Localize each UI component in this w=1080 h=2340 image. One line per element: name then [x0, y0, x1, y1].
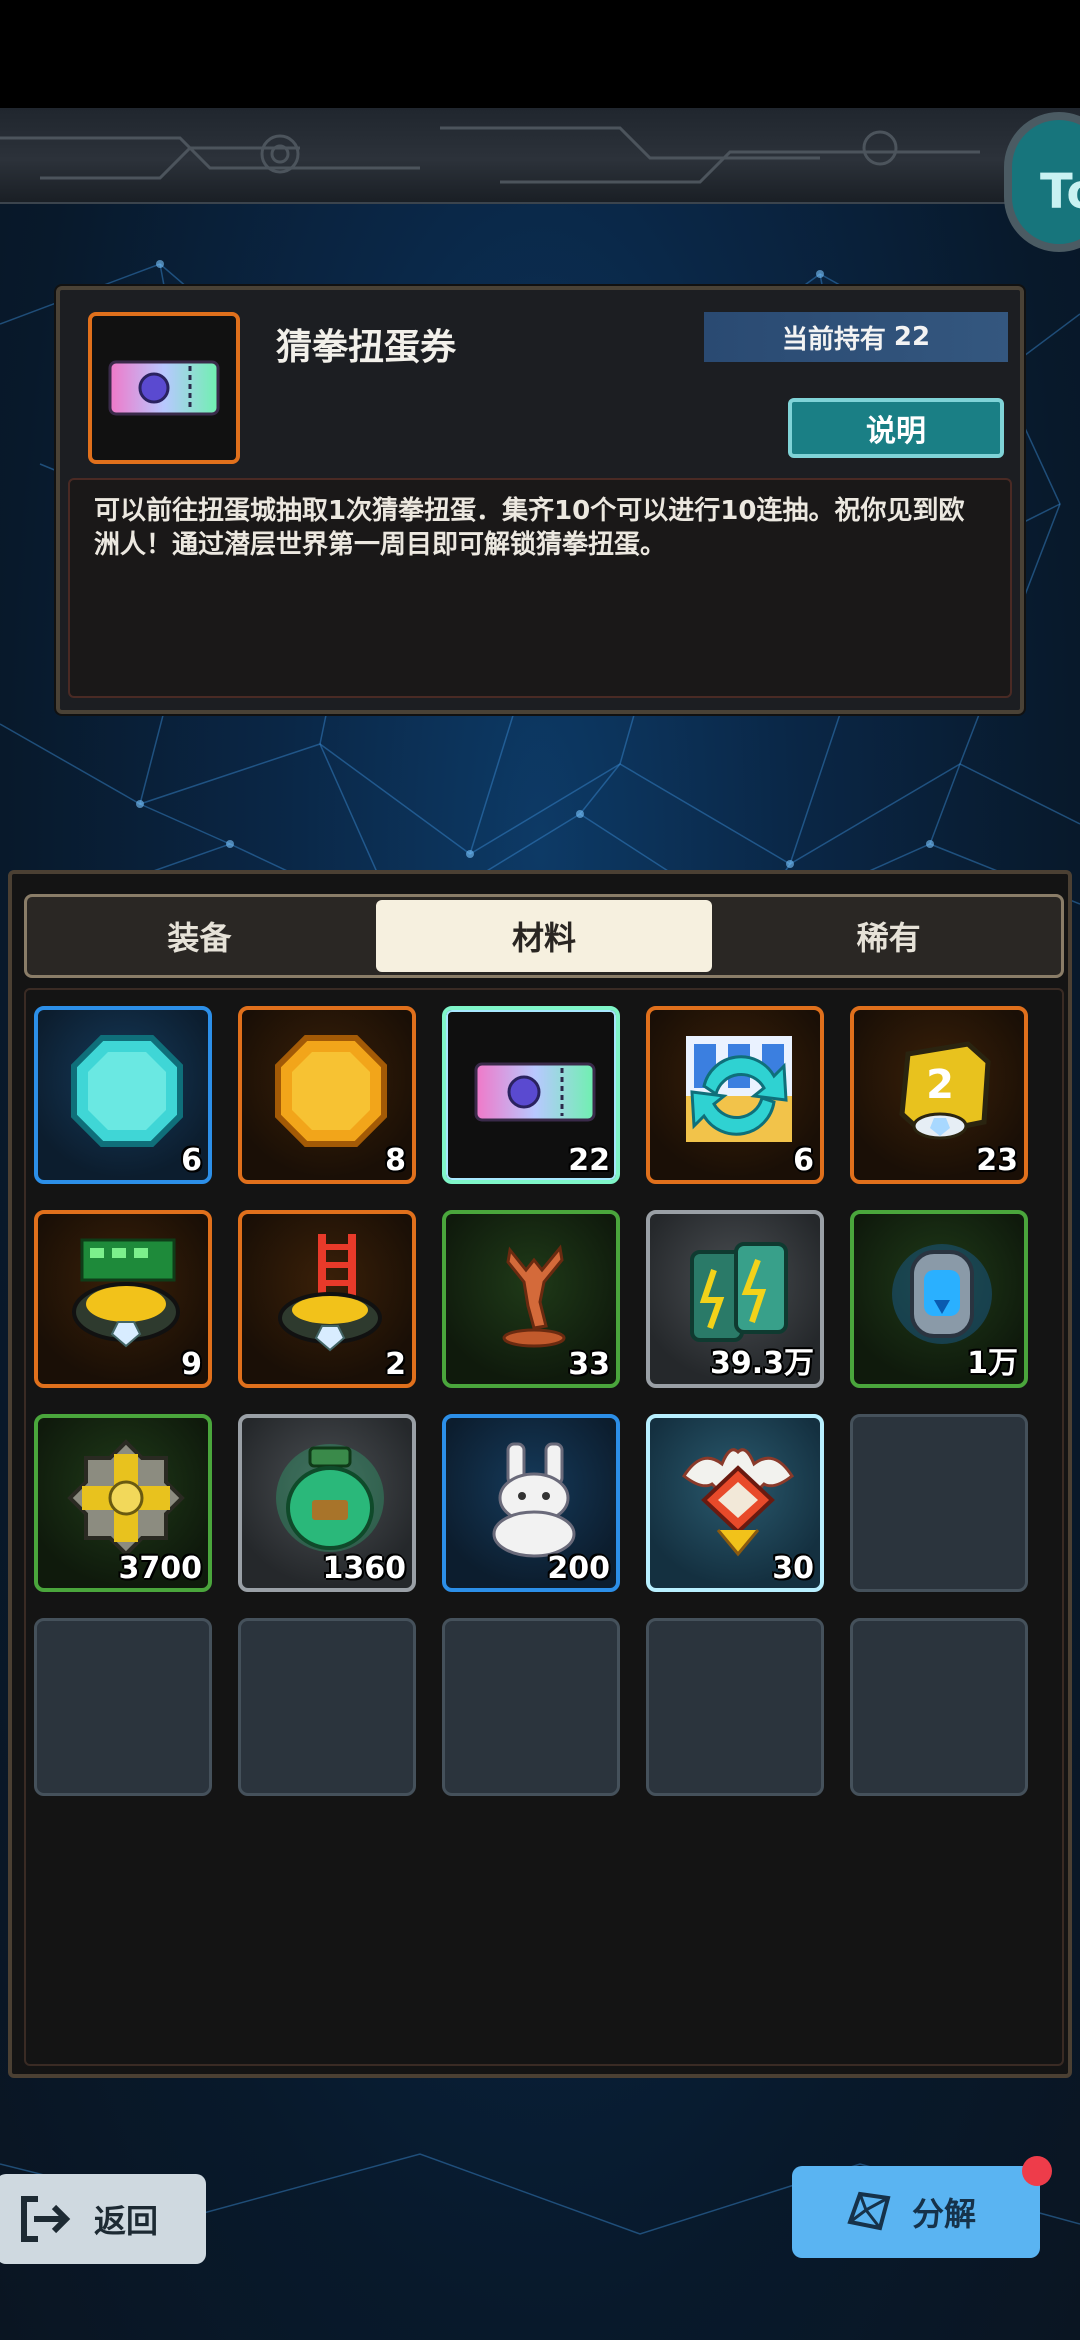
inventory-slot[interactable]: 39.3万 — [646, 1210, 824, 1388]
owned-label: 当前持有 — [781, 324, 886, 355]
gold-box-2-icon: 2 — [899, 1041, 991, 1140]
ladder-helmet-icon — [278, 1234, 382, 1352]
gold-coin-icon — [275, 1035, 387, 1147]
inventory-slot-empty[interactable] — [850, 1618, 1028, 1796]
inventory-slot-empty[interactable] — [646, 1618, 824, 1796]
detail-item-icon-frame — [88, 312, 240, 464]
white-rabbit-icon — [492, 1442, 576, 1558]
avatar-button[interactable]: To — [1004, 112, 1080, 252]
back-button[interactable]: 返回 — [0, 2174, 206, 2264]
inventory-slot[interactable]: 1360 — [238, 1414, 416, 1592]
item-count: 2 — [385, 1347, 406, 1382]
inventory-slot-selected[interactable]: 22 — [442, 1006, 620, 1184]
explain-button[interactable]: 说明 — [788, 398, 1004, 458]
recycle-arrows-icon — [686, 1036, 792, 1142]
inventory-slot-empty[interactable] — [34, 1618, 212, 1796]
item-count: 33 — [568, 1347, 610, 1382]
golden-gear-core-icon — [67, 1439, 185, 1557]
inventory-slot[interactable]: 6 — [34, 1006, 212, 1184]
ornate-emblem-icon — [681, 1448, 795, 1557]
item-count: 3700 — [118, 1551, 203, 1586]
item-count: 1万 — [967, 1346, 1018, 1381]
back-label: 返回 — [94, 2202, 159, 2240]
item-count: 23 — [976, 1143, 1018, 1178]
item-count: 6 — [181, 1143, 202, 1178]
green-potion-jar-icon — [276, 1444, 384, 1552]
notification-dot — [1022, 2156, 1052, 2186]
item-count: 1360 — [322, 1551, 407, 1586]
inventory-slot-empty[interactable] — [238, 1618, 416, 1796]
gacha-ticket-icon — [474, 1062, 596, 1122]
inventory-slot[interactable]: 33 — [442, 1210, 620, 1388]
inventory-slot[interactable]: 3700 — [34, 1414, 212, 1592]
tab-equipment[interactable]: 装备 — [31, 900, 368, 972]
inventory-slot[interactable]: 1万 — [850, 1210, 1028, 1388]
inventory-slot[interactable]: 9 — [34, 1210, 212, 1388]
inventory-slot[interactable]: 2 — [238, 1210, 416, 1388]
circuit-board-helmet-icon — [72, 1238, 180, 1348]
tab-materials[interactable]: 材料 — [375, 900, 713, 972]
tab-rare[interactable]: 稀有 — [720, 900, 1057, 972]
inventory-slot[interactable]: 30 — [646, 1414, 824, 1592]
inventory-slot-empty[interactable] — [850, 1414, 1028, 1592]
top-bar — [0, 108, 1080, 204]
item-count: 39.3万 — [709, 1346, 814, 1381]
inventory-slot-empty[interactable] — [442, 1618, 620, 1796]
svg-text:2: 2 — [926, 1062, 954, 1108]
cyan-gem-coin-icon — [71, 1035, 183, 1147]
inventory-slot[interactable]: 200 — [442, 1414, 620, 1592]
category-tabs: 装备 材料 稀有 — [24, 894, 1064, 978]
decompose-cube-icon — [847, 2191, 891, 2231]
item-count: 9 — [181, 1347, 202, 1382]
inventory-slot[interactable]: 8 — [238, 1006, 416, 1184]
item-count: 30 — [772, 1551, 814, 1586]
exit-door-icon — [21, 2196, 71, 2242]
item-count: 200 — [547, 1551, 610, 1586]
item-count: 8 — [385, 1143, 406, 1178]
item-count: 6 — [793, 1143, 814, 1178]
item-count: 22 — [568, 1143, 610, 1178]
status-bar — [0, 0, 1080, 108]
decompose-label: 分解 — [912, 2195, 977, 2233]
bronze-statue-icon — [502, 1244, 566, 1348]
owned-count-box: 当前持有 22 — [704, 312, 1008, 362]
decompose-button[interactable]: 分解 — [792, 2166, 1040, 2258]
inventory-slot[interactable]: 2 23 — [850, 1006, 1028, 1184]
item-description: 可以前往扭蛋城抽取1次猜拳扭蛋．集齐10个可以进行10连抽。祝你见到欧洲人！通过… — [68, 478, 1012, 698]
owned-count: 22 — [893, 322, 931, 352]
gacha-ticket-icon — [108, 360, 220, 416]
item-title: 猜拳扭蛋券 — [276, 327, 457, 368]
item-detail-panel: 猜拳扭蛋券 当前持有 22 说明 可以前往扭蛋城抽取1次猜拳扭蛋．集齐10个可以… — [56, 286, 1024, 714]
inventory-slot[interactable]: 6 — [646, 1006, 824, 1184]
